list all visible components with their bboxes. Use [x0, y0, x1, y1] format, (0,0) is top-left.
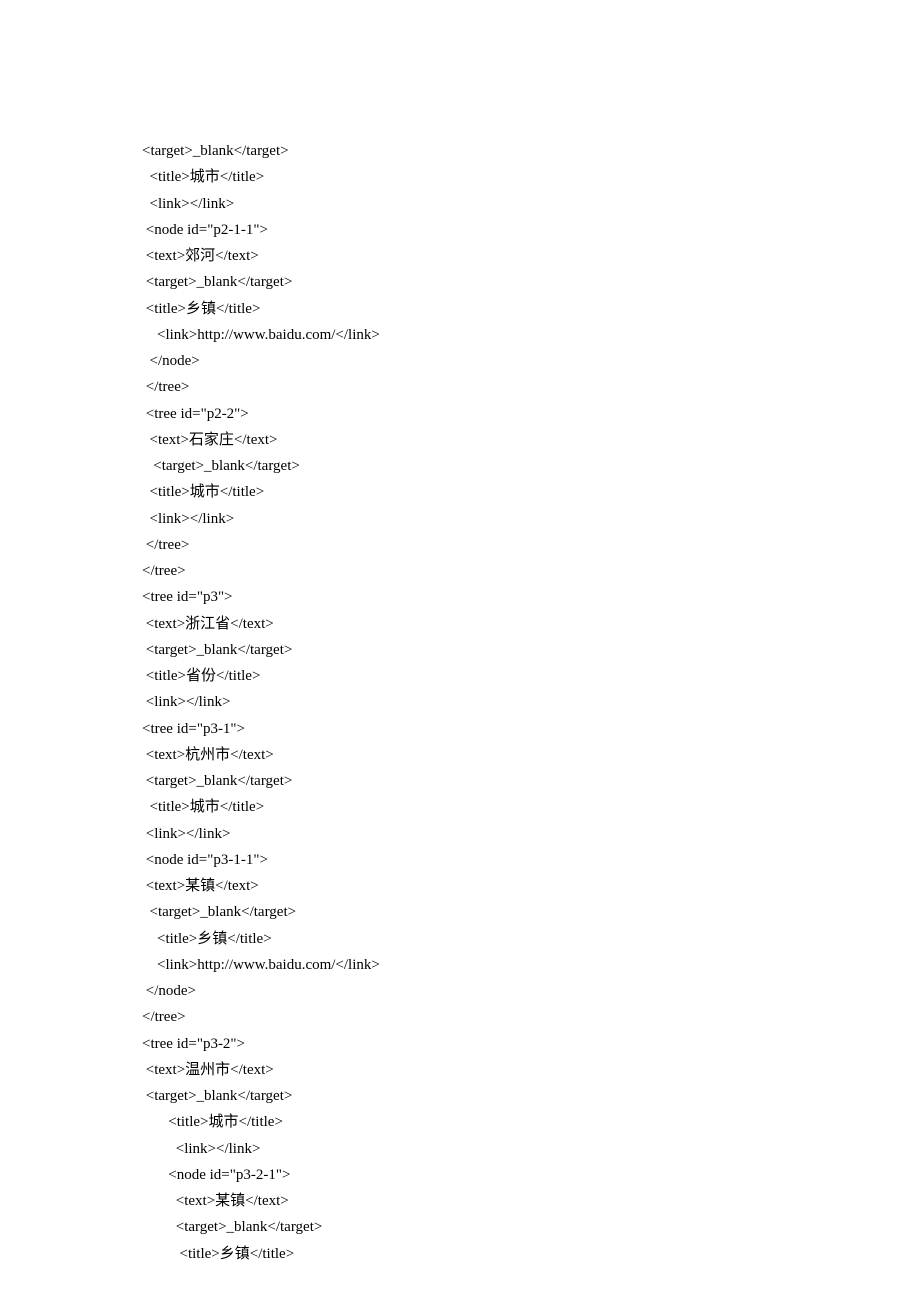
- code-line: <link>http://www.baidu.com/</link>: [142, 322, 842, 348]
- code-line: <node id="p3-1-1">: [142, 847, 842, 873]
- code-line: </tree>: [142, 558, 842, 584]
- code-line: <target>_blank</target>: [142, 453, 842, 479]
- code-line: <title>乡镇</title>: [142, 1241, 842, 1267]
- code-line: <link></link>: [142, 689, 842, 715]
- code-line: <target>_blank</target>: [142, 899, 842, 925]
- code-line: <node id="p2-1-1">: [142, 217, 842, 243]
- code-line: <text>郊河</text>: [142, 243, 842, 269]
- code-line: <tree id="p3">: [142, 584, 842, 610]
- code-line: <target>_blank</target>: [142, 269, 842, 295]
- code-line: <text>温州市</text>: [142, 1057, 842, 1083]
- code-line: </tree>: [142, 532, 842, 558]
- code-line: <title>乡镇</title>: [142, 926, 842, 952]
- code-line: <target>_blank</target>: [142, 637, 842, 663]
- document-page: <target>_blank</target> <title>城市</title…: [0, 0, 920, 1302]
- code-line: </tree>: [142, 374, 842, 400]
- code-line: <text>某镇</text>: [142, 1188, 842, 1214]
- code-line: <target>_blank</target>: [142, 768, 842, 794]
- code-line: <link></link>: [142, 506, 842, 532]
- code-line: <text>杭州市</text>: [142, 742, 842, 768]
- code-line: <title>城市</title>: [142, 479, 842, 505]
- code-line: <tree id="p2-2">: [142, 401, 842, 427]
- code-line: <title>城市</title>: [142, 164, 842, 190]
- code-line: <title>乡镇</title>: [142, 296, 842, 322]
- code-line: <title>城市</title>: [142, 794, 842, 820]
- code-line: <tree id="p3-2">: [142, 1031, 842, 1057]
- code-line: <link></link>: [142, 821, 842, 847]
- code-line: <target>_blank</target>: [142, 1083, 842, 1109]
- code-line: <link></link>: [142, 1136, 842, 1162]
- code-line: <text>浙江省</text>: [142, 611, 842, 637]
- code-line: <link></link>: [142, 191, 842, 217]
- code-line: <text>石家庄</text>: [142, 427, 842, 453]
- code-line: <text>某镇</text>: [142, 873, 842, 899]
- code-line: <node id="p3-2-1">: [142, 1162, 842, 1188]
- code-line: <target>_blank</target>: [142, 1214, 842, 1240]
- xml-code-block: <target>_blank</target> <title>城市</title…: [142, 138, 842, 1267]
- code-line: <target>_blank</target>: [142, 138, 842, 164]
- code-line: <title>省份</title>: [142, 663, 842, 689]
- code-line: </node>: [142, 348, 842, 374]
- code-line: <tree id="p3-1">: [142, 716, 842, 742]
- code-line: <title>城市</title>: [142, 1109, 842, 1135]
- code-line: </node>: [142, 978, 842, 1004]
- code-line: </tree>: [142, 1004, 842, 1030]
- code-line: <link>http://www.baidu.com/</link>: [142, 952, 842, 978]
